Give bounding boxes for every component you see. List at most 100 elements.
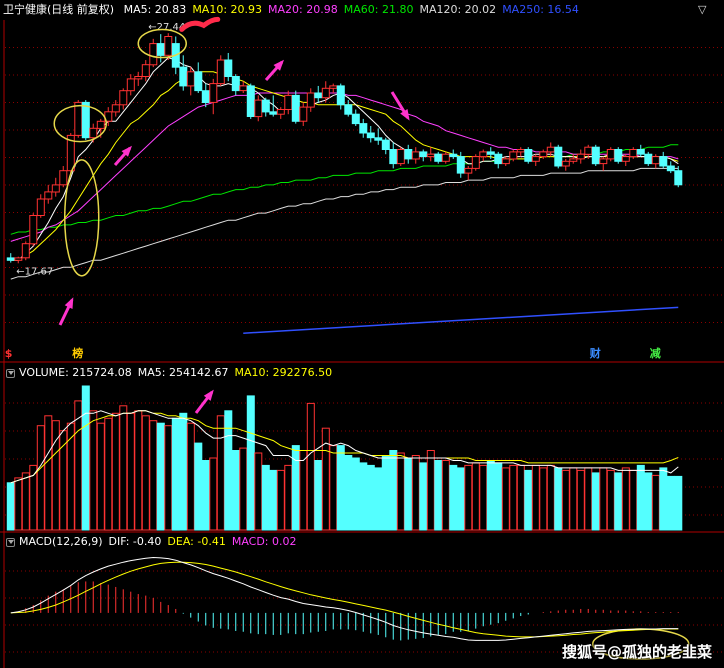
candle-up xyxy=(111,104,120,113)
candle-down xyxy=(524,149,533,162)
candle-up xyxy=(411,151,420,160)
candle-up xyxy=(569,158,578,162)
candle-down xyxy=(246,85,255,118)
candle-up xyxy=(531,156,540,162)
volume-bar-down xyxy=(404,457,413,531)
volume-bar-up xyxy=(216,415,225,531)
volume-bar-up xyxy=(306,402,315,531)
candle-up xyxy=(651,156,660,165)
candle-up xyxy=(426,153,435,158)
volume-bar-down xyxy=(6,482,15,531)
candle-down xyxy=(336,85,345,106)
volume-bar-up xyxy=(396,452,405,531)
volume-bar-up xyxy=(126,412,135,531)
candle-up xyxy=(464,167,473,174)
candle-up xyxy=(539,151,548,158)
candle-down xyxy=(456,156,465,174)
candle-up xyxy=(299,106,308,122)
candle-up xyxy=(509,151,518,160)
candle-down xyxy=(591,146,600,165)
candle-down xyxy=(179,66,188,87)
candle-up xyxy=(134,76,143,80)
candle-up xyxy=(441,153,450,162)
volume-bar-up xyxy=(621,467,630,531)
macd-dea-label: DEA: -0.41 xyxy=(167,535,226,548)
volume-bar-up xyxy=(606,469,615,531)
volume-bar-down xyxy=(659,467,668,531)
volume-panel-header: VOLUME: 215724.08 MA5: 254142.67 MA10: 292… xyxy=(19,366,338,380)
volume-bar-up xyxy=(254,452,263,531)
candle-up xyxy=(561,160,570,167)
reduce-badge[interactable]: 减 xyxy=(650,347,661,361)
volume-bar-down xyxy=(261,464,270,531)
candle-up xyxy=(44,191,53,200)
volume-bar-up xyxy=(209,457,218,531)
candle-down xyxy=(201,90,210,103)
volume-bar-down xyxy=(156,422,165,531)
candle-down xyxy=(261,99,270,113)
price-ma120-label: MA120: 20.02 xyxy=(419,3,497,16)
volume-bar-down xyxy=(359,462,368,531)
volume-bar-up xyxy=(531,464,540,531)
volume-bar-down xyxy=(231,450,240,531)
volume-bar-down xyxy=(351,457,360,531)
candle-up xyxy=(471,156,480,169)
candle-down xyxy=(156,43,165,56)
volume-bar-up xyxy=(149,420,158,531)
volume-bar-up xyxy=(629,469,638,531)
macd-panel-menu-icon[interactable] xyxy=(6,538,15,547)
candle-up xyxy=(216,59,225,85)
dividend-badge[interactable]: $ xyxy=(5,347,13,361)
finance-badge[interactable]: 财 xyxy=(590,347,601,361)
candle-up xyxy=(51,184,60,193)
volume-bar-down xyxy=(314,460,323,531)
candle-up xyxy=(239,85,248,92)
volume-vol-label: VOLUME: 215724.08 xyxy=(19,366,132,379)
volume-bar-down xyxy=(674,475,683,531)
volume-panel-menu-icon[interactable] xyxy=(6,369,15,378)
volume-bar-down xyxy=(366,464,375,531)
volume-bar-down xyxy=(486,460,495,531)
candle-up xyxy=(396,149,405,165)
candle-down xyxy=(434,153,443,162)
candle-up xyxy=(29,215,38,245)
volume-bar-down xyxy=(524,469,533,531)
volume-bar-up xyxy=(104,417,113,531)
volume-bar-up xyxy=(284,464,293,531)
volume-bar-up xyxy=(584,467,593,531)
candle-up xyxy=(546,146,555,153)
volume-bar-up xyxy=(576,469,585,531)
candle-down xyxy=(554,146,563,167)
chart-background xyxy=(0,0,724,668)
stock-chart[interactable]: ←27.44 ←17.67 xyxy=(0,0,724,668)
macd-panel-header: MACD(12,26,9) DIF: -0.40 DEA: -0.41 MACD: 0… xyxy=(19,535,303,549)
candle-down xyxy=(381,139,390,151)
volume-bar-up xyxy=(599,467,608,531)
volume-bar-down xyxy=(644,472,653,531)
volume-bar-down xyxy=(636,464,645,531)
price-panel-header: 卫宁健康(日线 前复权) MA5: 20.83 MA10: 20.93 MA20: … xyxy=(3,3,585,17)
volume-bar-up xyxy=(239,447,248,531)
volume-bar-up xyxy=(89,410,98,531)
price-ma20-label: MA20: 20.98 xyxy=(268,3,338,16)
candle-down xyxy=(344,104,353,115)
low-price-label: ←17.67 xyxy=(16,266,53,277)
candle-down xyxy=(6,257,15,261)
volume-bar-up xyxy=(471,462,480,531)
candle-down xyxy=(419,151,428,158)
candle-down xyxy=(269,111,278,115)
candle-up xyxy=(621,156,630,162)
volume-bar-down xyxy=(554,467,563,531)
volume-bar-down xyxy=(344,455,353,531)
volume-bar-down xyxy=(389,450,398,531)
candle-up xyxy=(21,243,30,259)
volume-bar-down xyxy=(381,455,390,531)
candle-down xyxy=(291,94,300,122)
volume-bar-up xyxy=(186,422,195,531)
candle-down xyxy=(366,132,375,139)
price-ma5-label: MA5: 20.83 xyxy=(123,3,187,16)
rank-badge[interactable]: 榜 xyxy=(72,347,83,361)
candle-up xyxy=(629,149,638,158)
candle-up xyxy=(329,85,338,89)
candle-up xyxy=(479,151,488,158)
